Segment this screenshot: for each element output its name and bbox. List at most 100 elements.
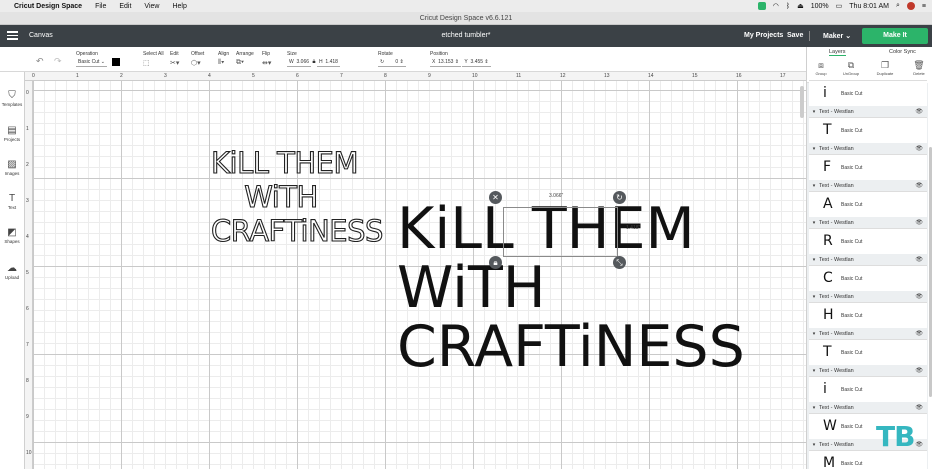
operation-select[interactable]: Basic Cut ⌄: [76, 58, 107, 67]
layer-group-header[interactable]: ▾ Text - Westlan 👁︎: [809, 365, 927, 376]
lock-handle-icon[interactable]: 🔒︎: [489, 256, 502, 269]
eye-icon[interactable]: 👁︎: [915, 256, 923, 263]
eye-icon[interactable]: 👁︎: [915, 330, 923, 337]
layer-group[interactable]: ▾ Text - Westlan 👁︎ R Basic Cut: [809, 217, 927, 254]
user-icon[interactable]: [906, 2, 915, 10]
layer-item[interactable]: F Basic Cut: [809, 154, 927, 180]
outline-text-design[interactable]: KiLL THEM WiTH CRAFTiNESS: [210, 145, 384, 248]
collapse-arrow-icon[interactable]: ▾: [809, 331, 819, 337]
width-field[interactable]: W 3.066: [287, 58, 312, 67]
battery-icon[interactable]: ▭: [836, 2, 843, 10]
make-it-button[interactable]: Make It: [862, 28, 928, 44]
save-button[interactable]: Save: [787, 32, 803, 39]
eye-icon[interactable]: 👁︎: [915, 182, 923, 189]
bluetooth-icon[interactable]: ᛒ: [786, 3, 790, 10]
collapse-arrow-icon[interactable]: ▾: [809, 405, 819, 411]
align-icon[interactable]: ⫴▾: [218, 59, 224, 67]
layer-group-header[interactable]: ▾ Text - Westlan 👁︎: [809, 143, 927, 154]
my-projects-link[interactable]: My Projects: [744, 32, 783, 39]
layer-item[interactable]: i Basic Cut: [809, 80, 927, 106]
wifi-icon[interactable]: ◠: [773, 2, 779, 10]
layer-group[interactable]: ▾ Text - Westlan 👁︎ H Basic Cut: [809, 291, 927, 328]
layer-group[interactable]: ▾ Text - Westlan 👁︎ T Basic Cut: [809, 328, 927, 365]
layer-group-header[interactable]: ▾ Text - Westlan 👁︎: [809, 254, 927, 265]
eye-icon[interactable]: 👁︎: [915, 367, 923, 374]
eye-icon[interactable]: 👁︎: [915, 441, 923, 448]
collapse-arrow-icon[interactable]: ▾: [809, 257, 819, 263]
eye-icon[interactable]: 👁︎: [915, 404, 923, 411]
collapse-arrow-icon[interactable]: ▾: [809, 146, 819, 152]
layer-item[interactable]: H Basic Cut: [809, 302, 927, 328]
eye-icon[interactable]: 👁︎: [915, 219, 923, 226]
sidebar-item-upload[interactable]: ☁ Upload: [0, 263, 24, 280]
select-all-icon[interactable]: ⬚: [143, 59, 150, 67]
color-swatch[interactable]: [112, 57, 121, 66]
delete-handle-icon[interactable]: ✕: [489, 191, 502, 204]
y-field[interactable]: Y 3.455 ⇕: [462, 58, 491, 67]
flip-icon[interactable]: ⇹▾: [262, 59, 271, 67]
group-button[interactable]: ⧈ Group: [809, 59, 833, 82]
cricut-status-icon[interactable]: [757, 2, 766, 10]
layer-group-header[interactable]: ▾ Text - Westlan 👁︎: [809, 328, 927, 339]
collapse-arrow-icon[interactable]: ▾: [809, 294, 819, 300]
scissors-icon[interactable]: ✂▾: [170, 59, 179, 67]
layer-group[interactable]: ▾ Text - Westlan 👁︎ C Basic Cut: [809, 254, 927, 291]
layer-item[interactable]: C Basic Cut: [809, 265, 927, 291]
menu-view[interactable]: View: [144, 3, 159, 10]
rotate-handle-icon[interactable]: ↻: [613, 191, 626, 204]
lock-icon[interactable]: 🔒︎: [312, 59, 315, 65]
clock[interactable]: Thu 8:01 AM: [849, 3, 889, 10]
collapse-arrow-icon[interactable]: ▾: [809, 442, 819, 448]
control-center-icon[interactable]: ≡: [922, 3, 926, 10]
menu-edit[interactable]: Edit: [119, 3, 131, 10]
layer-item[interactable]: i Basic Cut: [809, 376, 927, 402]
layer-item[interactable]: T Basic Cut: [809, 339, 927, 365]
search-icon[interactable]: ⌕: [896, 2, 900, 10]
eye-icon[interactable]: 👁︎: [915, 108, 923, 115]
delete-button[interactable]: 🗑︎ Delete: [907, 59, 931, 82]
eye-icon[interactable]: 👁︎: [915, 145, 923, 152]
design-canvas[interactable]: 0123456789101112131415161718192021 01234…: [25, 72, 806, 469]
layer-group-header[interactable]: ▾ Text - Westlan 👁︎: [809, 180, 927, 191]
layer-group[interactable]: i Basic Cut: [809, 80, 927, 106]
collapse-arrow-icon[interactable]: ▾: [809, 220, 819, 226]
eye-icon[interactable]: 👁︎: [915, 293, 923, 300]
layer-item[interactable]: R Basic Cut: [809, 228, 927, 254]
hamburger-menu-icon[interactable]: [7, 31, 18, 40]
offset-icon[interactable]: ⬡▾: [191, 59, 201, 67]
undo-icon[interactable]: ↶: [36, 56, 44, 67]
sidebar-item-templates[interactable]: ⛉ Templates: [0, 90, 24, 107]
layer-group[interactable]: ▾ Text - Westlan 👁︎ i Basic Cut: [809, 365, 927, 402]
arrange-icon[interactable]: ⧉▾: [236, 59, 244, 67]
layer-group-header[interactable]: ▾ Text - Westlan 👁︎: [809, 291, 927, 302]
layer-group[interactable]: ▾ Text - Westlan 👁︎ T Basic Cut: [809, 106, 927, 143]
machine-select[interactable]: Maker ⌄: [823, 32, 851, 40]
layer-group-header[interactable]: ▾ Text - Westlan 👁︎: [809, 402, 927, 413]
layer-group[interactable]: ▾ Text - Westlan 👁︎ A Basic Cut: [809, 180, 927, 217]
eject-icon[interactable]: ⏏: [797, 2, 804, 10]
selection-box[interactable]: [503, 207, 618, 257]
menu-file[interactable]: File: [95, 3, 106, 10]
canvas-scrollbar[interactable]: [800, 86, 804, 118]
duplicate-button[interactable]: ❐ Duplicate: [873, 59, 897, 82]
rotate-field[interactable]: ↻ 0 ⇕: [378, 58, 406, 67]
layer-group-header[interactable]: ▾ Text - Westlan 👁︎: [809, 217, 927, 228]
resize-handle-icon[interactable]: ⤡: [613, 256, 626, 269]
collapse-arrow-icon[interactable]: ▾: [809, 109, 819, 115]
collapse-arrow-icon[interactable]: ▾: [809, 183, 819, 189]
x-field[interactable]: X 13.153 ⇕: [430, 58, 462, 67]
layer-group[interactable]: ▾ Text - Westlan 👁︎ F Basic Cut: [809, 143, 927, 180]
collapse-arrow-icon[interactable]: ▾: [809, 368, 819, 374]
sidebar-item-images[interactable]: ▨ Images: [0, 159, 24, 176]
layer-group-header[interactable]: ▾ Text - Westlan 👁︎: [809, 106, 927, 117]
sidebar-item-shapes[interactable]: ◩ Shapes: [0, 227, 24, 244]
layer-item[interactable]: A Basic Cut: [809, 191, 927, 217]
document-name[interactable]: etched tumbler*: [441, 32, 490, 39]
menu-help[interactable]: Help: [172, 3, 186, 10]
sidebar-item-projects[interactable]: ▤ Projects: [0, 125, 24, 142]
tab-layers[interactable]: Layers: [829, 49, 846, 56]
tab-color-sync[interactable]: Color Sync: [889, 49, 916, 55]
layer-item[interactable]: T Basic Cut: [809, 117, 927, 143]
menu-app-name[interactable]: Cricut Design Space: [14, 3, 82, 10]
redo-icon[interactable]: ↷: [54, 56, 62, 67]
